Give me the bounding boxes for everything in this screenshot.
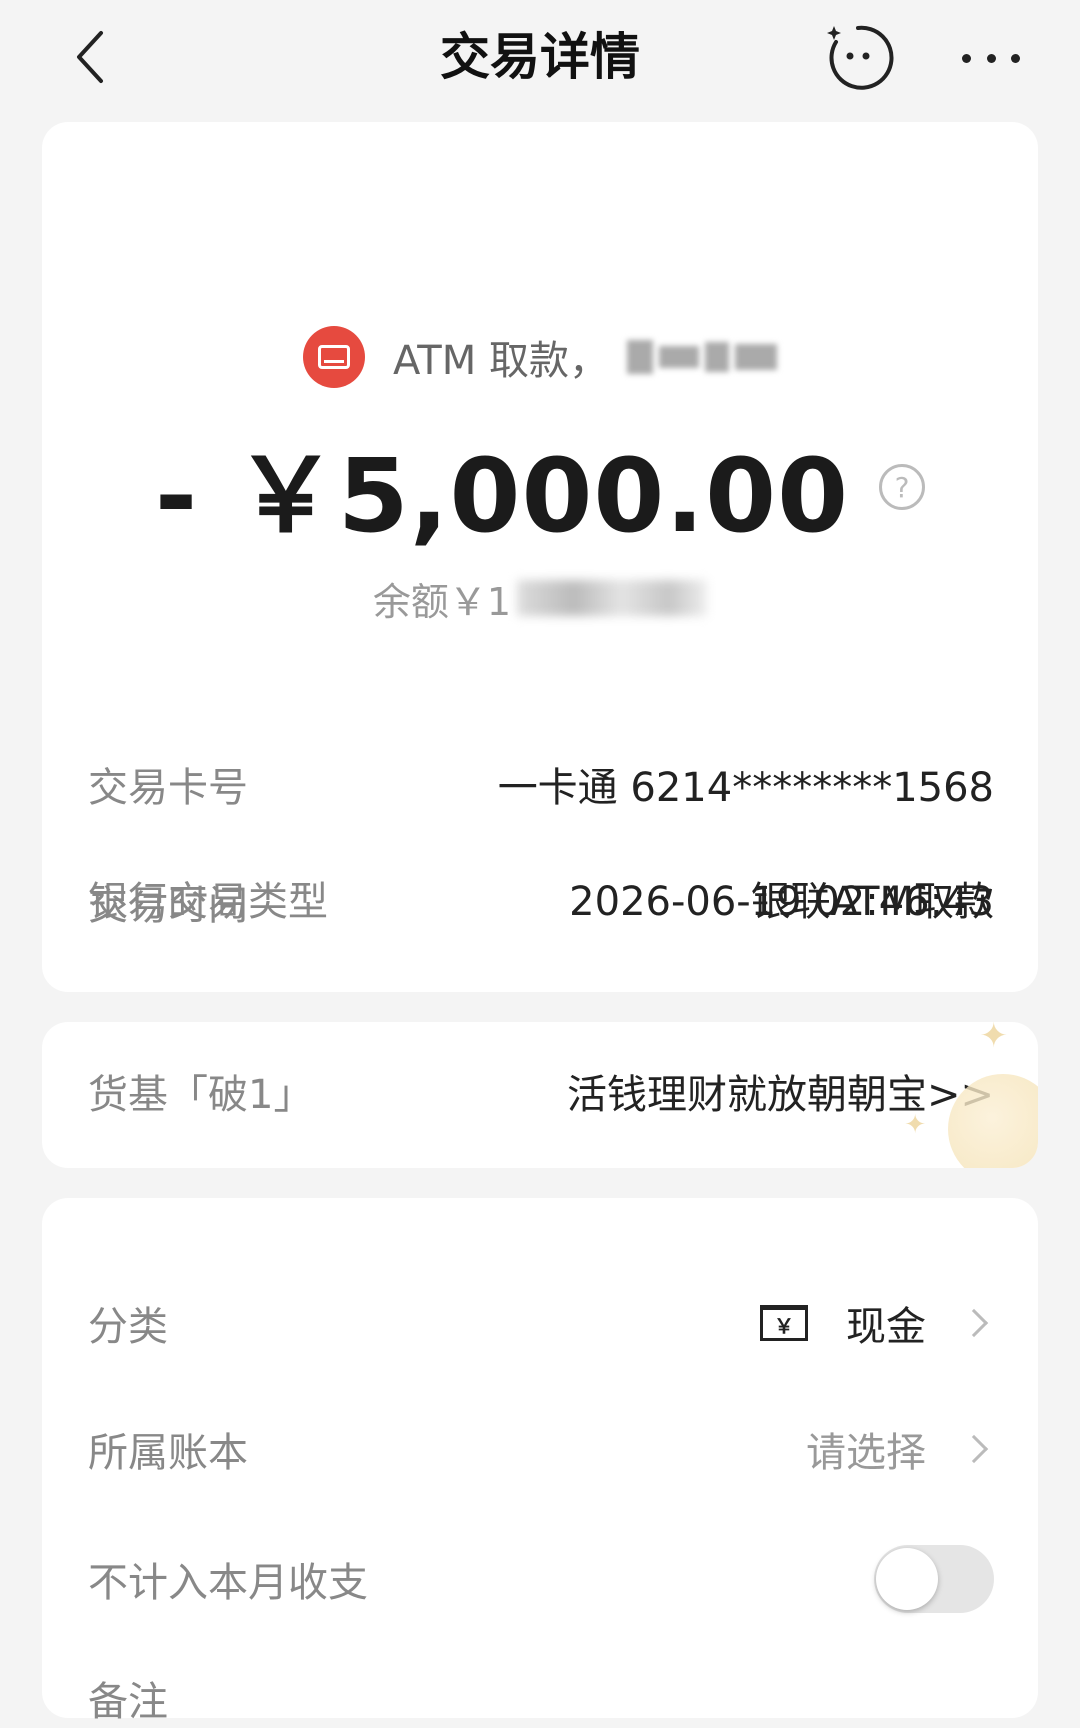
chevron-right-icon <box>959 1308 989 1338</box>
help-icon[interactable]: ? <box>879 464 926 510</box>
chevron-right-icon <box>959 1434 989 1464</box>
detail-value: 银联ATM取款 <box>750 879 994 925</box>
page-title: 交易详情 <box>440 28 640 86</box>
transaction-card: ATM 取款， - ￥5,000.00 ? 余额￥1 交易卡号 一卡通 6214… <box>42 122 1038 992</box>
detail-label: 交易卡号 <box>88 765 248 811</box>
balance-label: 余额￥1 <box>372 579 512 624</box>
balance-redacted <box>517 580 708 616</box>
detail-value: 一卡通 6214********1568 <box>497 765 994 811</box>
amount: - ￥5,000.00 <box>154 436 850 556</box>
exclude-label: 不计入本月收支 <box>88 1560 368 1606</box>
more-button[interactable] <box>956 30 1026 86</box>
assistant-face-icon <box>827 25 894 90</box>
category-selector[interactable]: ￥ 现金 <box>760 1294 994 1352</box>
top-bar: 交易详情 <box>0 0 1080 120</box>
card-icon <box>303 326 366 388</box>
detail-label: 银行交易类型 <box>88 879 328 925</box>
detail-row-card-number: 交易卡号 一卡通 6214********1568 <box>88 754 994 814</box>
toggle-knob <box>876 1548 938 1610</box>
note-row[interactable]: 备注 <box>88 1668 994 1728</box>
cash-icon: ￥ <box>760 1305 808 1341</box>
note-label: 备注 <box>88 1679 168 1725</box>
book-value: 请选择 <box>806 1430 926 1476</box>
category-value: 现金 <box>846 1304 926 1350</box>
category-row[interactable]: 分类 ￥ 现金 <box>88 1288 994 1358</box>
promo-label: 货基「破1」 <box>88 1072 314 1118</box>
sparkle-icon: ✦ <box>904 1110 926 1140</box>
sparkle-icon: ✦ <box>979 1022 1009 1056</box>
book-row[interactable]: 所属账本 请选择 <box>88 1414 994 1484</box>
exclude-row: 不计入本月收支 <box>88 1544 994 1614</box>
detail-row-type: 银行交易类型 银联ATM取款 <box>88 868 994 928</box>
amount-row: - ￥5,000.00 ? <box>42 422 1038 556</box>
promo-card[interactable]: 货基「破1」 活钱理财就放朝朝宝>> ✦ ✦ <box>42 1022 1038 1168</box>
exclude-toggle[interactable] <box>874 1545 994 1613</box>
more-horizontal-icon <box>962 53 971 63</box>
book-selector[interactable]: 请选择 <box>806 1420 994 1478</box>
category-label: 分类 <box>88 1304 168 1350</box>
assistant-button[interactable] <box>822 22 894 94</box>
merchant-label: ATM 取款， <box>393 338 609 384</box>
settings-card: 分类 ￥ 现金 所属账本 请选择 不计入本月收支 备注 <box>42 1198 1038 1725</box>
merchant-name-redacted <box>626 340 777 374</box>
balance-row: 余额￥1 <box>42 568 1038 628</box>
merchant-row: ATM 取款， <box>42 322 1038 392</box>
promo-link[interactable]: 活钱理财就放朝朝宝>> <box>567 1062 994 1120</box>
book-label: 所属账本 <box>88 1430 248 1476</box>
